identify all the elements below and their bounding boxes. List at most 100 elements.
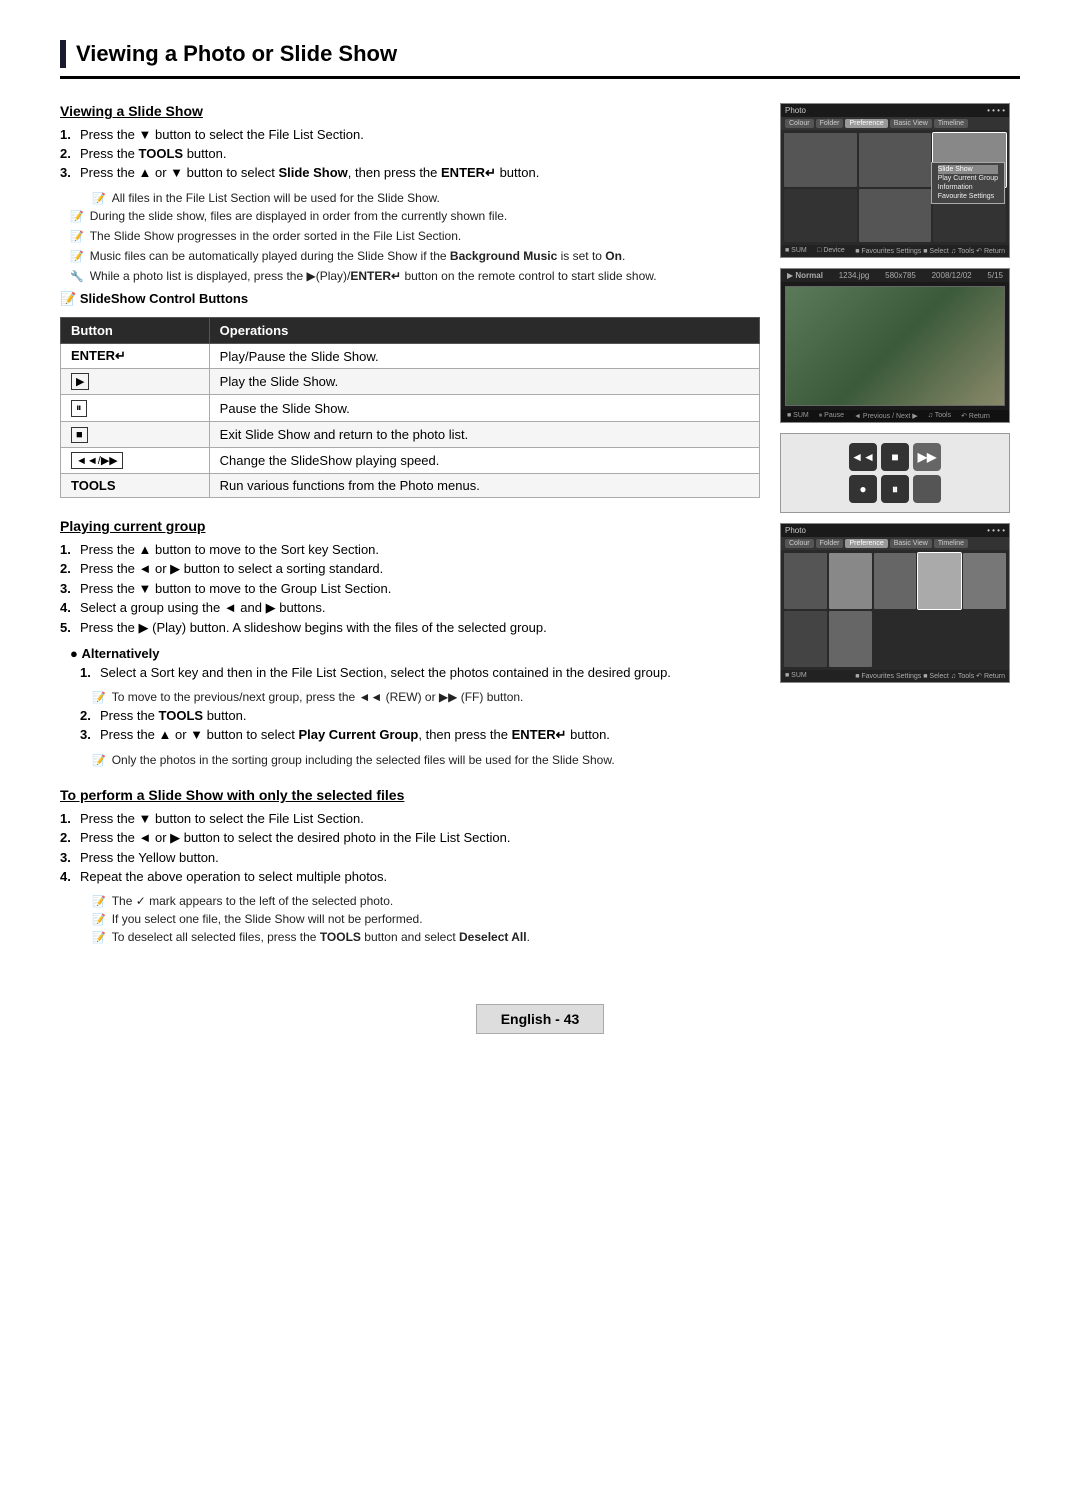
note-5-text: While a photo list is displayed, press t… xyxy=(90,269,657,283)
ss2-footer: ■ SUM ⏸ Pause ◄ Previous / Next ▶ ♫ Tool… xyxy=(781,410,1009,422)
ss3-footer-right: ■ Favourites Settings ■ Select ♫ Tools ↶… xyxy=(855,672,1005,680)
sel-note-1-text: The ✓ mark appears to the left of the se… xyxy=(112,894,394,908)
thumb-5 xyxy=(859,189,932,243)
viewing-steps-list: 1. Press the ▼ button to select the File… xyxy=(60,127,760,181)
sel-note-3-text: To deselect all selected files, press th… xyxy=(112,930,530,944)
step-1: 1. Press the ▼ button to select the File… xyxy=(60,127,760,142)
alt-step-3: 3. Press the ▲ or ▼ button to select Pla… xyxy=(80,727,760,743)
ss3-thumb-3 xyxy=(874,553,917,609)
op-enter: Play/Pause the Slide Show. xyxy=(209,344,759,369)
ss3-thumb-7 xyxy=(829,611,872,667)
sel-step-1: 1. Press the ▼ button to select the File… xyxy=(60,811,760,826)
remote-ff-btn: ▶▶ xyxy=(913,443,941,471)
sel-step-3: 3. Press the Yellow button. xyxy=(60,850,760,865)
playing-current-group-section: Playing current group 1. Press the ▲ but… xyxy=(60,518,760,767)
selected-files-steps: 1. Press the ▼ button to select the File… xyxy=(60,811,760,884)
alternatively-label: ● Alternatively xyxy=(70,646,760,661)
note-1: 📝 During the slide show, files are displ… xyxy=(60,209,760,223)
main-content: Viewing a Slide Show 1. Press the ▼ butt… xyxy=(60,103,1020,964)
note-icon-2: 📝 xyxy=(70,210,84,223)
remote-rew-btn: ◄◄ xyxy=(849,443,877,471)
sel-note-2-text: If you select one file, the Slide Show w… xyxy=(112,912,423,926)
ss2-date: 2008/12/02 xyxy=(932,271,972,280)
note-1-text: During the slide show, files are display… xyxy=(90,209,508,223)
ss2-footer-tools: ♫ Tools xyxy=(928,412,951,420)
alt-steps-list: 1. Select a Sort key and then in the Fil… xyxy=(60,665,760,680)
note-icon-5: 🔧 xyxy=(70,270,84,283)
sel-step-4: 4. Repeat the above operation to select … xyxy=(60,869,760,884)
btn-speed: ◄◄/▶▶ xyxy=(61,448,210,474)
note-3-text: Music files can be automatically played … xyxy=(90,249,626,263)
thumb-2 xyxy=(859,133,932,187)
ss3-tab-folder: Folder xyxy=(816,539,844,548)
note-5: 🔧 While a photo list is displayed, press… xyxy=(60,269,760,283)
note-2: 📝 The Slide Show progresses in the order… xyxy=(60,229,760,243)
step-2: 2. Press the TOOLS button. xyxy=(60,146,760,161)
note-3: 📝 Music files can be automatically playe… xyxy=(60,249,760,263)
table-row: ▶ Play the Slide Show. xyxy=(61,369,760,395)
ss2-image-inner xyxy=(786,287,1004,405)
note-icon-4: 📝 xyxy=(70,250,84,263)
remote-blank-btn xyxy=(913,475,941,503)
slideshow-control-label: 📝 SlideShow Control Buttons xyxy=(60,291,248,306)
ss2-footer-prev: ◄ Previous / Next ▶ xyxy=(854,412,918,420)
ss2-resolution: 580x785 xyxy=(885,271,916,280)
alt-note-1-text: To move to the previous/next group, pres… xyxy=(112,690,524,704)
remote-dot-btn: ● xyxy=(849,475,877,503)
slideshow-controls-table: Button Operations ENTER↵ Play/Pause the … xyxy=(60,317,760,498)
alt-step-1: 1. Select a Sort key and then in the Fil… xyxy=(80,665,760,680)
btn-stop: ■ xyxy=(61,422,210,448)
alt-sub-note-2: 📝 Only the photos in the sorting group i… xyxy=(60,753,760,767)
op-play: Play the Slide Show. xyxy=(209,369,759,395)
note-icon-1: 📝 xyxy=(92,192,106,205)
ss2-count: 5/15 xyxy=(987,271,1003,280)
page-title-section: Viewing a Photo or Slide Show xyxy=(60,40,1020,79)
left-column: Viewing a Slide Show 1. Press the ▼ butt… xyxy=(60,103,760,964)
thumb-4 xyxy=(784,189,857,243)
ss2-play-icon: ▶ Normal xyxy=(787,271,823,280)
ss1-dots: • • • • xyxy=(987,106,1005,115)
step3-sub-note-text: All files in the File List Section will … xyxy=(112,191,440,205)
ss1-tabs: Colour Folder Preference Basic View Time… xyxy=(781,117,1009,130)
table-row: ENTER↵ Play/Pause the Slide Show. xyxy=(61,344,760,369)
tab-preference: Preference xyxy=(845,119,887,128)
table-row: TOOLS Run various functions from the Pho… xyxy=(61,474,760,498)
table-body: ENTER↵ Play/Pause the Slide Show. ▶ Play… xyxy=(61,344,760,498)
ss3-footer-left: ■ SUM xyxy=(785,672,807,680)
ss3-title: Photo xyxy=(785,526,806,535)
menu-favourite: Favourite Settings xyxy=(938,192,998,201)
ss1-header: Photo • • • • xyxy=(781,104,1009,117)
ss3-header: Photo • • • • xyxy=(781,524,1009,537)
menu-play-group: Play Current Group xyxy=(938,174,998,183)
page-footer: English - 43 xyxy=(60,1004,1020,1034)
note-icon-3: 📝 xyxy=(70,230,84,243)
title-accent-bar xyxy=(60,40,66,68)
tab-folder: Folder xyxy=(816,119,844,128)
remote-bottom-row: ● ⏸ xyxy=(849,475,941,503)
ss3-thumb-1 xyxy=(784,553,827,609)
alt-steps-2-list: 2. Press the TOOLS button. 3. Press the … xyxy=(60,708,760,743)
table-row: ■ Exit Slide Show and return to the phot… xyxy=(61,422,760,448)
ss1-footer-right: ■ Favourites Settings ■ Select ♫ Tools ↶… xyxy=(855,247,1005,255)
screenshot-3: Photo • • • • Colour Folder Preference B… xyxy=(780,523,1010,683)
screenshot-2: ▶ Normal 1234.jpg 580x785 2008/12/02 5/1… xyxy=(780,268,1010,423)
table-row: ◄◄/▶▶ Change the SlideShow playing speed… xyxy=(61,448,760,474)
sel-note-1: 📝 The ✓ mark appears to the left of the … xyxy=(60,894,760,908)
tab-colour: Colour xyxy=(785,119,814,128)
op-stop: Exit Slide Show and return to the photo … xyxy=(209,422,759,448)
right-column: Photo • • • • Colour Folder Preference B… xyxy=(780,103,1020,964)
remote-stop-btn: ■ xyxy=(881,443,909,471)
ss2-header: ▶ Normal 1234.jpg 580x785 2008/12/02 5/1… xyxy=(781,269,1009,282)
sel-note-3: 📝 To deselect all selected files, press … xyxy=(60,930,760,944)
slideshow-control-label-wrapper: 📝 SlideShow Control Buttons xyxy=(60,291,760,307)
menu-slideshow: Slide Show xyxy=(938,165,998,174)
tab-basic-view: Basic View xyxy=(890,119,932,128)
play-step-3: 3. Press the ▼ button to move to the Gro… xyxy=(60,581,760,596)
ss3-thumb-2 xyxy=(829,553,872,609)
ss1-footer: ■ SUM □ Device ■ Favourites Settings ■ S… xyxy=(781,245,1009,257)
play-step-1: 1. Press the ▲ button to move to the Sor… xyxy=(60,542,760,557)
op-tools: Run various functions from the Photo men… xyxy=(209,474,759,498)
page-number-label: English - 43 xyxy=(501,1011,580,1027)
note-icon-9: 📝 xyxy=(92,913,106,926)
selected-files-section: To perform a Slide Show with only the se… xyxy=(60,787,760,944)
